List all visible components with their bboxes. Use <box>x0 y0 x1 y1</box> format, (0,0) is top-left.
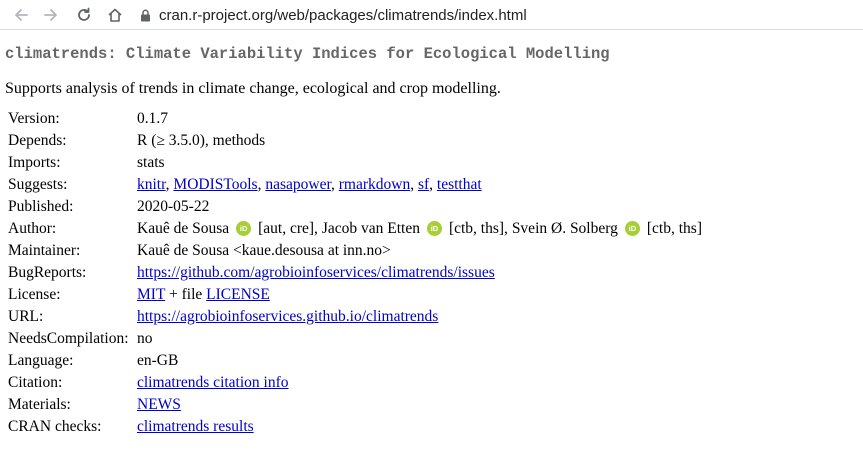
field-value: knitr, MODISTools, nasapower, rmarkdown,… <box>137 176 482 193</box>
field-label: Citation: <box>8 374 63 391</box>
suggests-link-knitr[interactable]: knitr <box>137 176 166 193</box>
bugreports-link[interactable]: https://github.com/agrobioinfoservices/c… <box>137 264 495 281</box>
orcid-icon[interactable]: iD <box>236 220 252 236</box>
row-cranchecks: CRAN checks: climatrends results <box>5 416 702 438</box>
license-mit-link[interactable]: MIT <box>137 286 165 303</box>
row-license: License: MIT + file LICENSE <box>5 284 702 306</box>
field-value: 2020-05-22 <box>137 198 210 215</box>
field-value: NEWS <box>137 394 702 416</box>
field-label: Suggests: <box>8 176 68 193</box>
field-value: MIT + file LICENSE <box>137 286 270 303</box>
field-label: Author: <box>8 220 57 237</box>
news-link[interactable]: NEWS <box>137 396 181 413</box>
field-label: BugReports: <box>8 264 87 281</box>
field-label: Version: <box>8 110 60 127</box>
field-value: 0.1.7 <box>137 110 168 127</box>
field-value: stats <box>137 154 165 171</box>
homepage-link[interactable]: https://agrobioinfoservices.github.io/cl… <box>137 308 438 325</box>
suggests-link-sf[interactable]: sf <box>418 176 429 193</box>
cran-checks-link[interactable]: climatrends results <box>137 418 254 435</box>
browser-toolbar: cran.r-project.org/web/packages/climatre… <box>0 0 863 30</box>
row-published: Published: 2020-05-22 <box>5 196 702 218</box>
back-button[interactable] <box>10 4 32 26</box>
row-version: Version: 0.1.7 <box>5 108 702 130</box>
row-url: URL: https://agrobioinfoservices.github.… <box>5 306 702 328</box>
field-label: Maintainer: <box>8 242 81 259</box>
url-text: cran.r-project.org/web/packages/climatre… <box>159 6 527 24</box>
field-value: climatrends citation info <box>137 372 702 394</box>
home-icon <box>108 8 122 22</box>
forward-button[interactable] <box>40 4 62 26</box>
reload-button[interactable] <box>73 4 95 26</box>
orcid-icon[interactable]: iD <box>426 220 442 236</box>
citation-link[interactable]: climatrends citation info <box>137 374 289 391</box>
field-value: en-GB <box>137 352 179 369</box>
row-citation: Citation: climatrends citation info <box>5 372 702 394</box>
suggests-link-testthat[interactable]: testthat <box>437 176 482 193</box>
field-value: no <box>137 330 153 347</box>
author-name: Svein Ø. Solberg <box>511 220 618 237</box>
field-label: URL: <box>8 308 44 325</box>
field-value: https://agrobioinfoservices.github.io/cl… <box>137 306 702 328</box>
author-roles: [ctb, ths] <box>646 220 702 237</box>
suggests-link-modistools[interactable]: MODISTools <box>173 176 257 193</box>
field-value: R (≥ 3.5.0), methods <box>137 132 266 149</box>
address-bar[interactable]: cran.r-project.org/web/packages/climatre… <box>140 0 527 30</box>
page-content: climatrends: Climate Variability Indices… <box>5 30 855 438</box>
row-maintainer: Maintainer: Kauê de Sousa <kaue.desousa … <box>5 240 702 262</box>
suggests-link-nasapower[interactable]: nasapower <box>265 176 331 193</box>
forward-arrow-icon <box>44 9 57 21</box>
author-name: Kauê de Sousa <box>137 220 230 237</box>
row-author: Author: Kauê de Sousa iD [aut, cre], Jacob… <box>5 218 702 240</box>
row-imports: Imports: stats <box>5 152 702 174</box>
field-value: https://github.com/agrobioinfoservices/c… <box>137 262 702 284</box>
field-label: CRAN checks: <box>8 418 102 435</box>
author-roles: [ctb, ths], <box>448 220 512 237</box>
author-roles: [aut, cre], <box>258 220 322 237</box>
package-description: Supports analysis of trends in climate c… <box>5 80 501 97</box>
row-depends: Depends: R (≥ 3.5.0), methods <box>5 130 702 152</box>
back-arrow-icon <box>15 9 28 21</box>
row-materials: Materials: NEWS <box>5 394 702 416</box>
field-label: NeedsCompilation: <box>8 330 129 347</box>
package-info-table: Version: 0.1.7 Depends: R (≥ 3.5.0), met… <box>5 108 702 438</box>
row-bugreports: BugReports: https://github.com/agrobioin… <box>5 262 702 284</box>
orcid-icon[interactable]: iD <box>624 220 640 236</box>
field-label: Imports: <box>8 154 61 171</box>
license-file-link[interactable]: LICENSE <box>206 286 270 303</box>
field-value: Kauê de Sousa iD [aut, cre], Jacob van Ett… <box>137 218 702 240</box>
author-name: Jacob van Etten <box>321 220 420 237</box>
field-value: Kauê de Sousa <kaue.desousa at inn.no> <box>137 242 391 259</box>
row-language: Language: en-GB <box>5 350 702 372</box>
field-label: Published: <box>8 198 74 215</box>
field-label: Language: <box>8 352 74 369</box>
field-value: climatrends results <box>137 416 702 438</box>
lock-icon <box>140 9 151 22</box>
field-label: Materials: <box>8 396 71 413</box>
row-suggests: Suggests: knitr, MODISTools, nasapower, … <box>5 174 702 196</box>
page-title: climatrends: Climate Variability Indices… <box>5 45 610 63</box>
suggests-link-rmarkdown[interactable]: rmarkdown <box>339 176 410 193</box>
row-needscompilation: NeedsCompilation: no <box>5 328 702 350</box>
field-label: Depends: <box>8 132 67 149</box>
home-button[interactable] <box>104 4 126 26</box>
reload-icon <box>78 7 90 21</box>
field-label: License: <box>8 286 61 303</box>
